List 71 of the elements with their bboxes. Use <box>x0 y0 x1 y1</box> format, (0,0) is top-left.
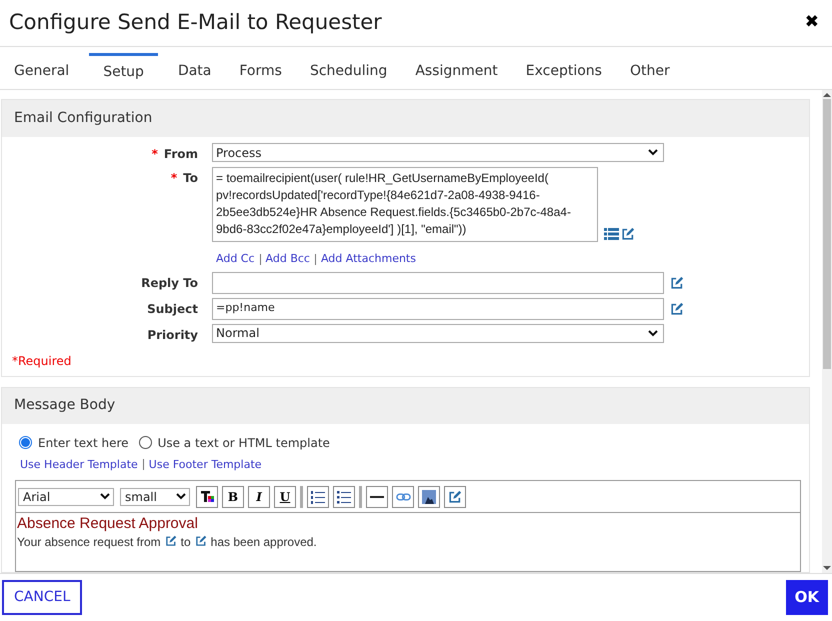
caret-icon <box>648 330 658 336</box>
expression-field[interactable]: = toemailrecipient(user( rule!HR_GetUsernameByEmployeeId( pv!recordsUpdated['recordType!{84e621d7-2a08-4938-9416-2b5ee3db524e}HR Absence Request.fields.{5c3465b0-2b7c-48a4-9bd6-83cc2f02e47a}employeeId'] )[1], "email")) <box>212 167 598 242</box>
bold-button[interactable]: B <box>222 486 244 508</box>
edit-icon[interactable] <box>670 302 684 316</box>
edit-button[interactable] <box>444 486 466 508</box>
caret-icon <box>648 149 658 156</box>
message-heading: Absence Request Approval <box>17 515 199 533</box>
field-label: From <box>164 146 198 163</box>
radio-button[interactable] <box>19 436 32 449</box>
italic-button[interactable]: I <box>248 486 270 508</box>
bullet-list-button[interactable] <box>333 486 355 508</box>
horizontal-rule-icon <box>370 494 384 498</box>
tab[interactable]: Forms <box>225 53 296 89</box>
bullet-list-icon <box>337 490 351 504</box>
toolbar-separator <box>300 486 303 508</box>
field-label: Reply To <box>141 274 198 292</box>
tab[interactable]: Assignment <box>401 53 512 89</box>
link[interactable]: Add Bcc <box>266 251 310 268</box>
required-mark: * <box>152 146 158 163</box>
link[interactable]: Add Attachments <box>320 251 416 268</box>
radio-label: Use a text or HTML template <box>158 434 330 452</box>
radio-label: Enter text here <box>38 434 129 452</box>
size-dropdown[interactable]: small <box>120 488 190 506</box>
image-icon <box>422 490 436 504</box>
dropdown[interactable]: Process <box>212 143 664 162</box>
scrollbar[interactable] <box>822 90 832 573</box>
list-icon[interactable] <box>604 228 619 240</box>
edit-icon[interactable] <box>621 227 635 241</box>
link[interactable]: Add Cc <box>216 251 255 268</box>
message-text: Your absence request from <box>17 534 161 551</box>
numbered-list-icon <box>311 490 325 504</box>
tab[interactable]: Other <box>616 53 684 89</box>
ok-button[interactable]: OK <box>786 580 828 615</box>
window-title: Configure Send E-Mail to Requester <box>9 9 382 36</box>
cancel-button[interactable]: CANCEL <box>2 580 82 615</box>
field-label: Subject <box>147 300 198 318</box>
chain-link-icon <box>396 492 410 500</box>
section-title: Email Configuration <box>14 109 152 128</box>
tab[interactable]: General <box>0 53 84 89</box>
text-color-button[interactable] <box>196 486 218 508</box>
required-mark: * <box>170 170 178 187</box>
close-button[interactable]: ✖ <box>804 10 819 36</box>
font-dropdown[interactable]: Arial <box>18 488 114 506</box>
tab[interactable]: Data <box>164 53 226 89</box>
dropdown[interactable]: Normal <box>212 324 664 342</box>
field-label: Priority <box>147 326 198 344</box>
edit-icon[interactable] <box>670 276 684 290</box>
rule-button[interactable] <box>366 486 388 508</box>
link[interactable]: Use Footer Template <box>148 456 262 473</box>
radio-button[interactable] <box>138 436 152 449</box>
edit-icon[interactable] <box>164 534 177 546</box>
edit-icon[interactable] <box>194 534 207 546</box>
message-text: has been approved. <box>210 534 317 551</box>
field-label: To <box>183 170 198 187</box>
text-field[interactable] <box>212 272 664 294</box>
ordered-list-button[interactable] <box>307 486 329 508</box>
toolbar-separator <box>359 486 362 508</box>
link[interactable]: Use Header Template <box>20 456 138 473</box>
image-button[interactable] <box>418 486 440 508</box>
underline-button[interactable]: U <box>274 486 296 508</box>
section-title: Message Body <box>14 396 116 415</box>
edit-icon <box>448 490 462 504</box>
caret-icon <box>100 493 110 500</box>
link-button[interactable] <box>392 486 414 508</box>
text-color-icon <box>200 490 214 504</box>
required-note: *Required <box>12 352 72 370</box>
tab[interactable]: Exceptions <box>512 53 616 89</box>
message-text: to <box>180 534 191 551</box>
text-field[interactable]: =pp!name <box>212 298 664 320</box>
tab[interactable]: Scheduling <box>296 53 402 89</box>
caret-icon <box>176 493 186 500</box>
